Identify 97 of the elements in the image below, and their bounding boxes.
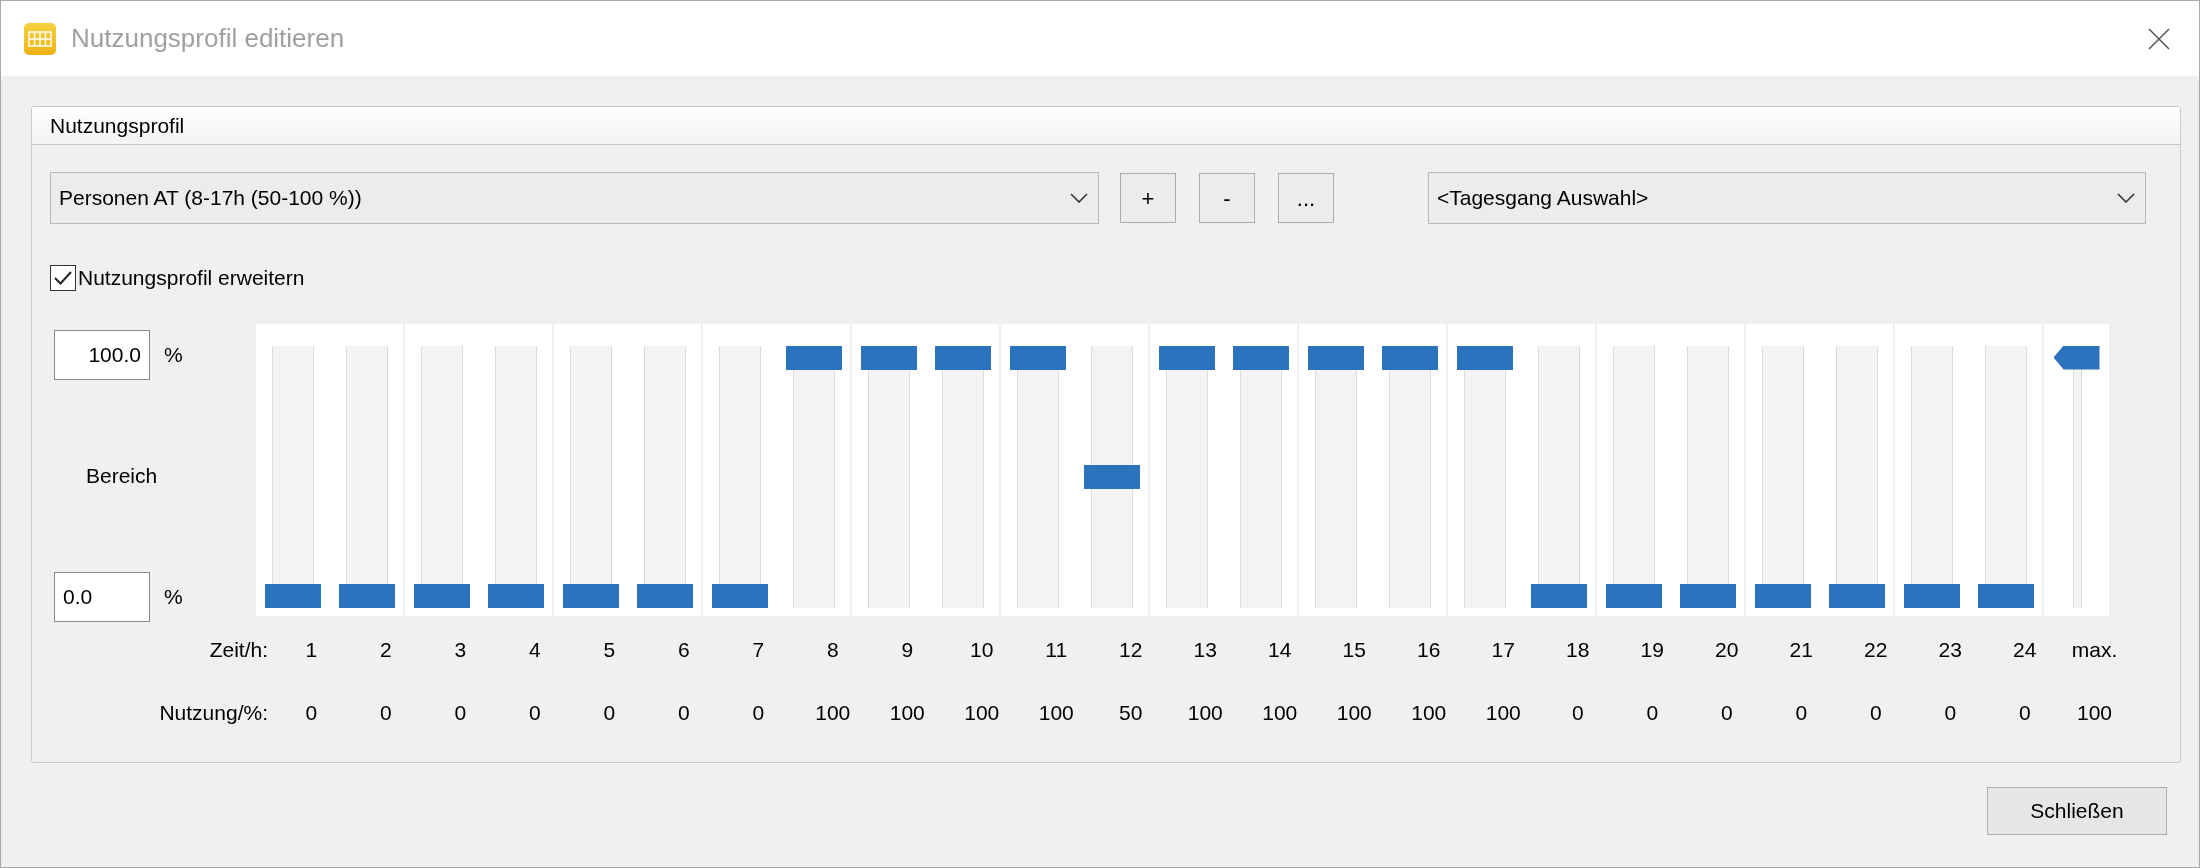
usage-value: 0 (676, 700, 691, 726)
usage-value: 0 (304, 700, 319, 726)
slider-thumb[interactable] (1904, 583, 1961, 608)
daily-profile-dropdown[interactable]: <Tagesgang Auswahl> (1428, 172, 2146, 224)
row-label: Nutzung/%: (158, 700, 269, 726)
slider-thumb[interactable] (414, 583, 471, 608)
usage-value: 0 (1868, 700, 1883, 726)
slider-thumb[interactable] (563, 583, 620, 608)
slider-thumb[interactable] (861, 345, 918, 370)
slider-thumb[interactable] (338, 583, 395, 608)
hour-label: 16 (1416, 636, 1442, 663)
usage-value: 0 (751, 700, 766, 726)
usage-value: 100 (814, 700, 852, 726)
group-title: Nutzungsprofil (50, 112, 185, 139)
slider-thumb[interactable] (785, 345, 842, 370)
table-icon (23, 21, 57, 56)
row-label: Zeit/h: (208, 636, 269, 663)
checkbox[interactable] (50, 264, 76, 291)
usage-value: 100 (888, 700, 926, 726)
hour-label: 19 (1639, 636, 1665, 663)
slider-thumb[interactable] (1010, 345, 1067, 370)
usage-value: 100 (1261, 700, 1299, 726)
hour-label: 2 (378, 636, 393, 663)
usage-value: 100 (1335, 700, 1373, 726)
usage-value: 0 (2017, 700, 2032, 726)
usage-value: 0 (1719, 700, 1734, 726)
hour-label: 13 (1192, 636, 1218, 663)
hour-label: 11 (1044, 636, 1069, 663)
hour-label: 20 (1714, 636, 1740, 663)
hour-label: max. (2070, 636, 2119, 663)
slider-thumb[interactable] (712, 583, 769, 608)
usage-value: 0 (527, 700, 542, 726)
range-label: Bereich (86, 462, 159, 489)
hour-label: 6 (676, 636, 691, 663)
slider-thumb[interactable] (1606, 583, 1663, 608)
slider-thumb[interactable] (1232, 345, 1289, 370)
slider-thumb[interactable] (265, 583, 322, 608)
slider-thumb[interactable] (1381, 345, 1438, 370)
checkbox-label[interactable]: Nutzungsprofil erweitern (78, 262, 305, 294)
usage-value: 0 (378, 700, 393, 726)
usage-value: 0 (453, 700, 468, 726)
usage-value: 100 (2075, 700, 2113, 726)
usage-value: 0 (1943, 700, 1958, 726)
close-dialog-button[interactable]: Schließen (1987, 787, 2167, 835)
add-button[interactable]: + (1120, 173, 1176, 223)
hour-label: 17 (1490, 636, 1516, 663)
hour-label: 5 (602, 636, 617, 663)
slider-thumb[interactable] (1083, 464, 1140, 489)
slider-thumb[interactable] (1755, 583, 1812, 608)
hour-label: 14 (1267, 636, 1293, 663)
window-title: Nutzungsprofil editieren (71, 22, 345, 55)
hour-label: 3 (453, 636, 468, 663)
slider-thumb[interactable] (1159, 345, 1216, 370)
hour-label: 24 (2012, 636, 2038, 663)
chevron-icon (1070, 193, 1088, 203)
profile-dropdown[interactable]: Personen AT (8-17h (50-100 %)) (50, 172, 1099, 224)
hour-label: 23 (1937, 636, 1963, 663)
percent-unit: % (164, 341, 183, 368)
slider-thumb[interactable] (1828, 583, 1885, 608)
usage-value: 100 (1186, 700, 1224, 726)
min-percent-field[interactable]: 0.0 (54, 571, 150, 622)
slider-thumb[interactable] (636, 583, 693, 608)
max-percent-field[interactable]: 100.0 (54, 329, 150, 380)
usage-value: 100 (963, 700, 1001, 726)
hour-label: 21 (1788, 636, 1814, 663)
close-icon (2148, 27, 2170, 50)
hour-label: 10 (969, 636, 995, 663)
slider-thumb[interactable] (1530, 583, 1587, 608)
usage-value: 100 (1037, 700, 1075, 726)
usage-value: 0 (602, 700, 617, 726)
chevron-icon (2117, 193, 2135, 203)
hour-label: 22 (1863, 636, 1889, 663)
usage-value: 100 (1410, 700, 1448, 726)
slider-thumb[interactable] (934, 345, 991, 370)
hour-label: 12 (1118, 636, 1144, 663)
hour-label: 15 (1341, 636, 1367, 663)
slider-thumb[interactable] (2053, 345, 2100, 370)
percent-unit: % (164, 583, 183, 610)
usage-value: 0 (1570, 700, 1585, 726)
hour-label: 8 (825, 636, 840, 663)
slider-thumb[interactable] (1457, 345, 1514, 370)
hour-label: 18 (1565, 636, 1591, 663)
slider-thumb[interactable] (1679, 583, 1736, 608)
usage-value: 0 (1794, 700, 1809, 726)
usage-value: 50 (1118, 700, 1144, 726)
usage-value: 100 (1484, 700, 1522, 726)
more-button[interactable]: ... (1278, 173, 1334, 223)
checkmark-icon (53, 269, 73, 286)
slider-thumb[interactable] (1308, 345, 1365, 370)
usage-value: 0 (1645, 700, 1660, 726)
slider-thumb[interactable] (1977, 583, 2034, 608)
slider-thumb[interactable] (487, 583, 544, 608)
hour-label: 9 (900, 636, 915, 663)
hour-label: 1 (304, 636, 319, 663)
hour-label: 7 (751, 636, 766, 663)
remove-button[interactable]: - (1199, 173, 1255, 223)
hour-label: 4 (527, 636, 542, 663)
